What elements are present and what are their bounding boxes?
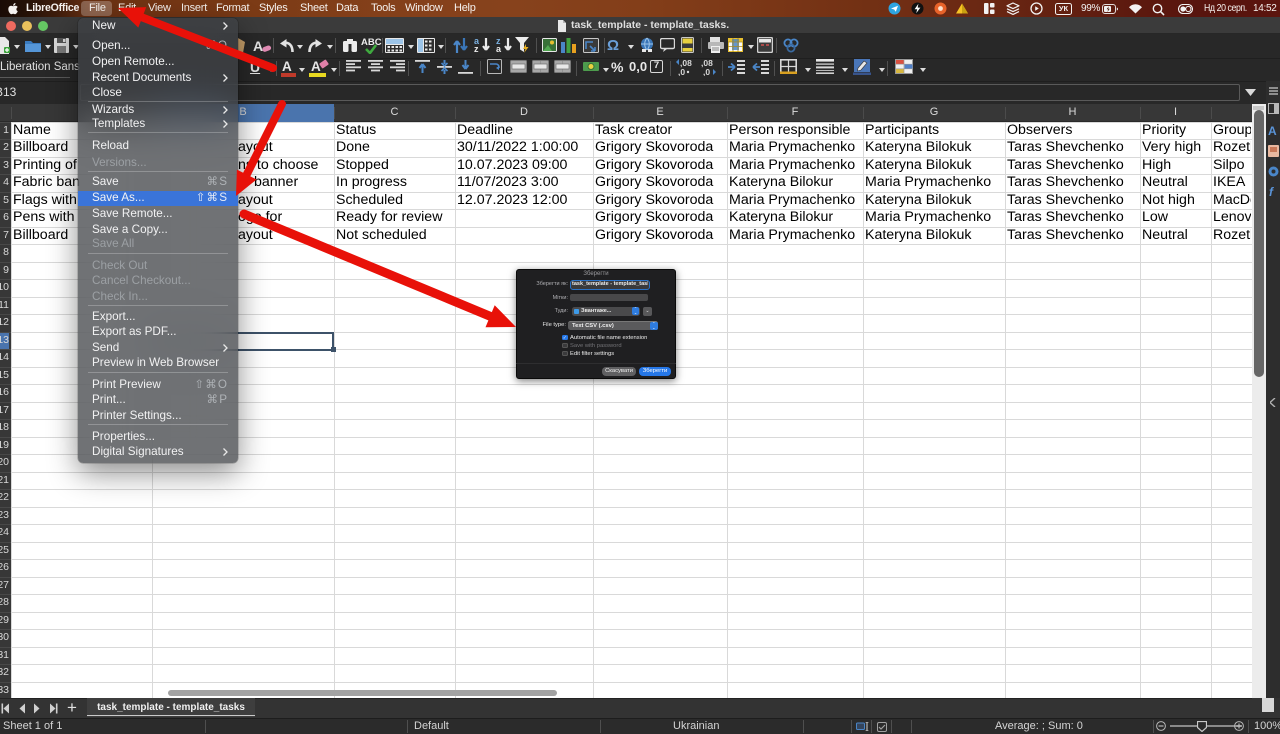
svg-text:,0: ,0 bbox=[703, 67, 710, 76]
svg-text:,0: ,0 bbox=[678, 67, 685, 76]
